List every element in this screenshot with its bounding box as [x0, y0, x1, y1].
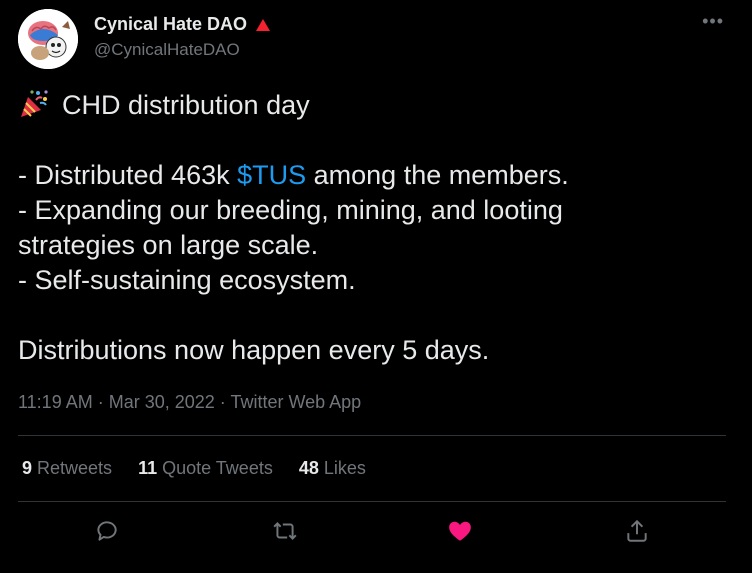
- reply-button[interactable]: [90, 514, 124, 548]
- tweet-line-title: CHD distribution day: [18, 88, 738, 123]
- author-handle[interactable]: @CynicalHateDAO: [94, 40, 240, 60]
- like-button[interactable]: [443, 514, 477, 548]
- reply-icon: [97, 521, 117, 541]
- tweet-card: Cynical Hate DAO @CynicalHateDAO ••• CHD…: [0, 0, 752, 573]
- tweet-source[interactable]: Twitter Web App: [230, 392, 361, 412]
- meta-separator: ·: [92, 392, 109, 412]
- share-icon: [627, 519, 647, 542]
- tweet-line-ecosystem: - Self-sustaining ecosystem.: [18, 265, 356, 295]
- tweet-line-3-text: - Distributed 463k: [18, 160, 238, 190]
- likes-count: 48: [298, 458, 319, 478]
- divider: [18, 501, 726, 502]
- share-button[interactable]: [620, 514, 654, 548]
- retweets-stat[interactable]: 9 Retweets: [22, 458, 112, 479]
- retweet-button[interactable]: [268, 514, 302, 548]
- quotes-count: 11: [138, 458, 158, 478]
- party-popper-icon: [21, 90, 48, 117]
- tweet-line-expanding: - Expanding our breeding, mining, and lo…: [18, 195, 563, 225]
- tweet-line-3-suffix: among the members.: [306, 160, 569, 190]
- tweet-date[interactable]: Mar 30, 2022: [109, 392, 215, 412]
- more-options-icon[interactable]: •••: [702, 12, 724, 30]
- heart-icon: [449, 521, 471, 541]
- tweet-body: CHD distribution day - Distributed 463k …: [18, 88, 738, 368]
- triangle-badge-icon: [256, 18, 271, 31]
- meta-separator: ·: [214, 392, 231, 412]
- tweet-stats: 9 Retweets 11 Quote Tweets 48 Likes: [22, 458, 366, 479]
- likes-label: Likes: [323, 458, 366, 478]
- quote-tweets-stat[interactable]: 11 Quote Tweets: [138, 458, 273, 479]
- retweets-count: 9: [22, 458, 33, 478]
- tweet-actions: [0, 510, 752, 554]
- avatar-image: [18, 9, 78, 69]
- tweet-meta: 11:19 AM · Mar 30, 2022 · Twitter Web Ap…: [18, 392, 361, 413]
- author-display-name[interactable]: Cynical Hate DAO: [94, 14, 271, 35]
- tweet-line-1-text: CHD distribution day: [62, 90, 310, 120]
- likes-stat[interactable]: 48 Likes: [299, 458, 366, 479]
- author-avatar[interactable]: [18, 9, 78, 69]
- retweet-icon: [273, 522, 297, 540]
- cashtag-link[interactable]: $TUS: [237, 160, 306, 190]
- tweet-line-distributions: Distributions now happen every 5 days.: [18, 335, 490, 365]
- divider: [18, 435, 726, 436]
- retweets-label: Retweets: [37, 458, 113, 478]
- tweet-line-distributed: - Distributed 463k $TUS among the member…: [18, 158, 738, 193]
- tweet-line-strategies: strategies on large scale.: [18, 230, 319, 260]
- tweet-time[interactable]: 11:19 AM: [18, 392, 93, 412]
- display-name-text: Cynical Hate DAO: [94, 14, 248, 34]
- quotes-label: Quote Tweets: [162, 458, 273, 478]
